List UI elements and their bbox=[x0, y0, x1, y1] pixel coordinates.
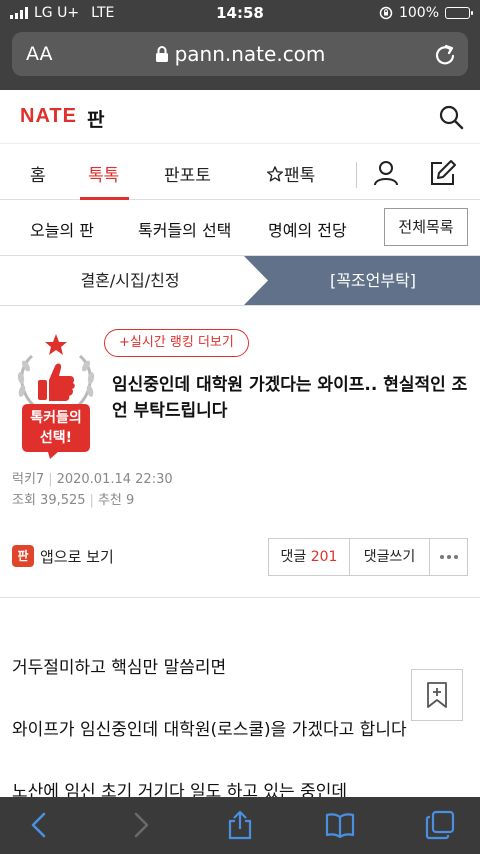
star-icon bbox=[266, 166, 284, 182]
talkers-choice-badge: 톡커들의 선택! bbox=[10, 330, 102, 460]
reload-icon[interactable] bbox=[434, 42, 456, 66]
rotation-lock-icon bbox=[379, 6, 393, 20]
bookmark-add-icon bbox=[427, 682, 447, 708]
subnav-today[interactable]: 오늘의 판 bbox=[30, 217, 94, 241]
subnav-talkers-choice[interactable]: 톡커들의 선택 bbox=[138, 217, 231, 241]
category-marriage[interactable]: 결혼/시집/친정 bbox=[0, 256, 260, 305]
lock-icon bbox=[155, 46, 168, 62]
tab-pann-photo[interactable]: 판포토 bbox=[164, 161, 211, 186]
recommend-count: 추천 9 bbox=[97, 493, 135, 508]
comments-count: 201 bbox=[310, 549, 338, 565]
write-comment-button[interactable]: 댓글쓰기 bbox=[350, 539, 430, 575]
tab-fan-talk-label: 팬톡 bbox=[284, 166, 316, 186]
browser-chrome: AA pann.nate.com bbox=[0, 26, 480, 90]
more-button[interactable] bbox=[430, 539, 467, 575]
category-advice[interactable]: [꼭조언부탁] bbox=[244, 256, 480, 305]
open-in-app-button[interactable]: 판 앱으로 보기 bbox=[12, 545, 114, 567]
sub-nav: 오늘의 판 톡커들의 선택 명예의 전당 전체목록 bbox=[0, 200, 480, 256]
article-meta-author: 럭키7 | 2020.01.14 22:30 bbox=[12, 472, 173, 487]
site-header: NATE 판 bbox=[0, 90, 480, 144]
category-tabs: 결혼/시집/친정 [꼭조언부탁] bbox=[0, 256, 480, 306]
pann-logo[interactable]: 판 bbox=[87, 105, 104, 132]
article-meta-stats: 조회 39,525 | 추천 9 bbox=[12, 493, 135, 508]
write-icon[interactable] bbox=[428, 158, 458, 188]
article-actions: 댓글 201 댓글쓰기 bbox=[268, 538, 468, 576]
more-dots-icon bbox=[439, 555, 458, 559]
status-right: 100% bbox=[379, 5, 473, 21]
battery-icon bbox=[445, 7, 473, 19]
tabs-icon[interactable] bbox=[424, 809, 456, 841]
post-date: 2020.01.14 22:30 bbox=[56, 472, 173, 487]
url-display[interactable]: pann.nate.com bbox=[12, 42, 468, 66]
open-in-app-label: 앱으로 보기 bbox=[40, 547, 114, 566]
comments-button[interactable]: 댓글 201 bbox=[269, 539, 350, 575]
bookmark-button[interactable] bbox=[411, 669, 463, 721]
user-icon[interactable] bbox=[372, 159, 400, 187]
browser-toolbar bbox=[0, 797, 480, 854]
badge-text: 톡커들의 선택! bbox=[22, 408, 90, 448]
tab-talk[interactable]: 톡톡 bbox=[88, 161, 119, 186]
badge-text-line1: 톡커들의 bbox=[30, 410, 82, 426]
article-title: 임신중인데 대학원 가겠다는 와이프.. 현실적인 조언 부탁드립니다 bbox=[112, 375, 468, 421]
main-nav: 홈 톡톡 판포토 팬톡 bbox=[0, 144, 480, 200]
bookmarks-icon[interactable] bbox=[324, 809, 356, 841]
back-icon[interactable] bbox=[24, 809, 56, 841]
comments-label: 댓글 bbox=[280, 549, 307, 565]
author-name[interactable]: 럭키7 bbox=[12, 472, 44, 487]
tab-fan-talk[interactable]: 팬톡 bbox=[266, 161, 315, 186]
all-list-button[interactable]: 전체목록 bbox=[384, 208, 468, 246]
forward-icon[interactable] bbox=[124, 809, 156, 841]
share-icon[interactable] bbox=[224, 809, 256, 841]
body-paragraph: 와이프가 임신중인데 대학원(로스쿨)을 가겠다고 합니다 bbox=[12, 720, 407, 740]
address-bar[interactable]: AA pann.nate.com bbox=[12, 32, 468, 76]
realtime-ranking-button[interactable]: +실시간 랭킹 더보기 bbox=[104, 329, 249, 357]
status-bar: LG U+ LTE 14:58 100% bbox=[0, 0, 480, 26]
body-paragraph: 거두절미하고 핵심만 말씀리면 bbox=[12, 658, 227, 678]
battery-percent: 100% bbox=[398, 5, 439, 21]
pann-app-icon: 판 bbox=[12, 545, 34, 567]
url-text: pann.nate.com bbox=[174, 42, 326, 66]
subnav-hall-of-fame[interactable]: 명예의 전당 bbox=[268, 217, 347, 241]
content-divider bbox=[0, 597, 480, 598]
nate-logo[interactable]: NATE bbox=[20, 105, 77, 128]
search-icon[interactable] bbox=[438, 104, 464, 130]
tab-home[interactable]: 홈 bbox=[30, 161, 46, 186]
badge-text-line2: 선택! bbox=[39, 430, 73, 446]
nav-divider bbox=[356, 162, 357, 188]
view-count: 조회 39,525 bbox=[12, 493, 86, 508]
